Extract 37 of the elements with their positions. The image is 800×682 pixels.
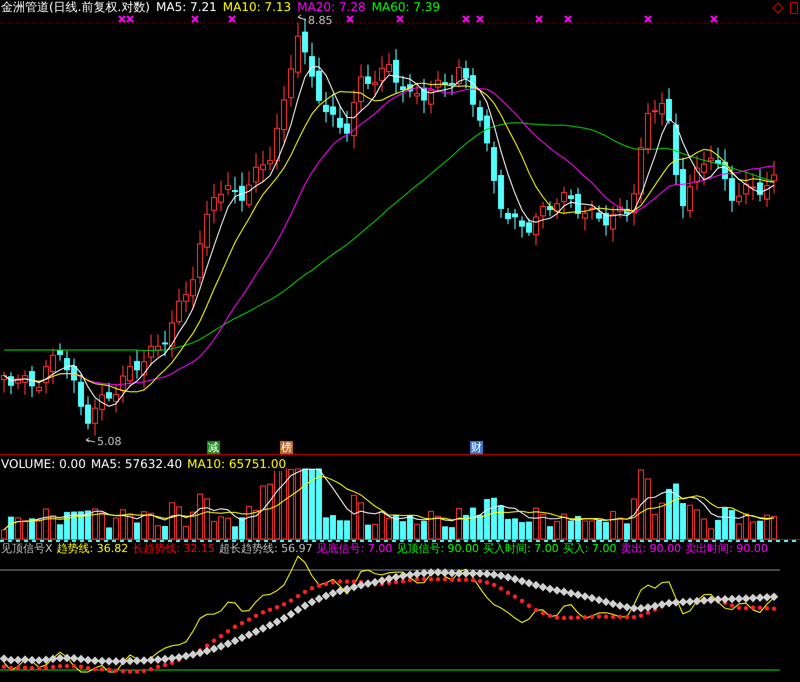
cross-mark [346,15,354,23]
signal-legend: 见顶信号: 90.00 [396,542,480,556]
high-price-label: 8.85 [308,14,332,27]
signal-legend: 买入时间: 7.00 [483,542,559,556]
cross-mark [462,15,470,23]
ma-legend: MA5: 7.21 [156,0,217,14]
signal-legend: 超长趋势线: 56.97 [218,542,313,556]
cross-mark [191,15,199,23]
cross-mark [644,15,652,23]
signal-legend: 卖出时间: 90.00 [685,542,768,556]
event-tag[interactable]: 减 [207,441,220,454]
volume-legend: MA10: 65751.00 [187,457,286,472]
low-price-label: 5.08 [97,435,122,448]
signal-legend: 见底信号: 7.00 [316,542,392,556]
signal-legend: 买入: 7.00 [562,542,616,556]
cross-mark [228,15,236,23]
cross-mark [564,15,572,23]
cross-mark [535,15,543,23]
ma-legend: MA10: 7.13 [222,0,292,14]
leader-line [86,438,96,442]
event-tag[interactable]: 榜 [280,441,293,454]
cross-mark [476,15,484,23]
volume-legend: VOLUME: 0.00 [1,457,86,472]
window-icon[interactable] [790,2,798,14]
leader-line [298,14,306,20]
ma-legend: MA60: 7.39 [372,0,440,14]
ma-legend: MA20: 7.28 [297,0,366,14]
event-tag[interactable]: 财 [470,441,483,454]
volume-legend: MA5: 57632.40 [90,457,182,472]
signal-legend: 趋势线: 36.82 [56,542,128,556]
cross-mark [396,15,404,23]
signal-legend: 长趋势线: 32.15 [132,542,215,556]
signal-legend: 卖出: 90.00 [620,542,682,556]
diamond-icon[interactable] [772,2,784,14]
chart-title: 金洲管道(日线.前复权.对数) [1,0,150,14]
cross-mark [710,15,718,23]
signal-legend: 见顶信号X [1,542,53,556]
